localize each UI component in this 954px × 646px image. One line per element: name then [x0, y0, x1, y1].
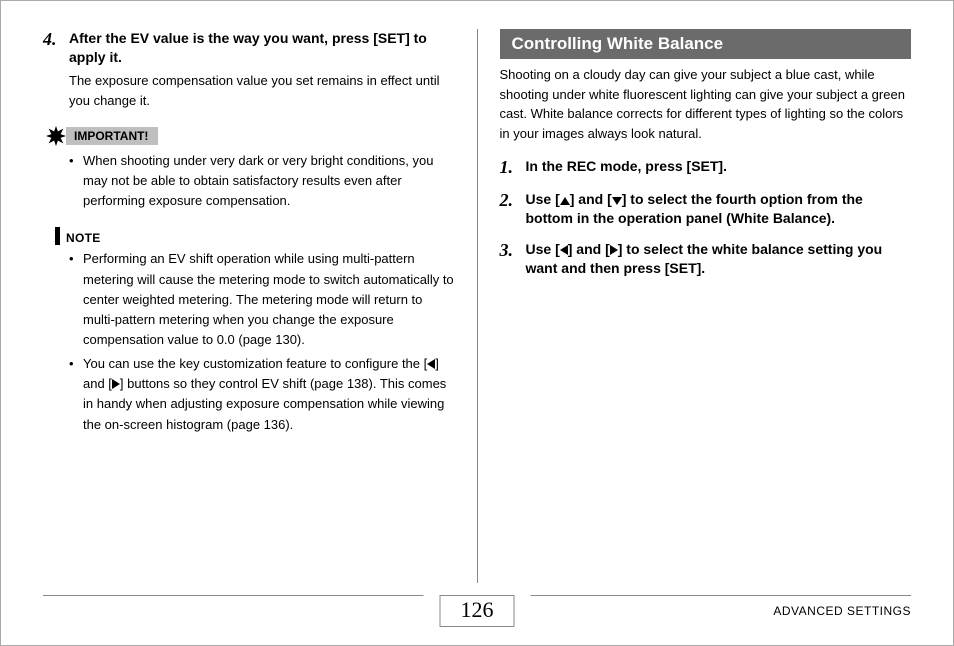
note-bar-icon [55, 227, 60, 245]
section-header: Controlling White Balance [500, 29, 912, 59]
burst-icon [45, 125, 67, 147]
section-intro: Shooting on a cloudy day can give your s… [500, 65, 912, 143]
important-list: When shooting under very dark or very br… [69, 151, 455, 211]
step-3-text-b: ] and [ [568, 241, 610, 257]
step-2-title: Use [] and [] to select the fourth optio… [526, 190, 912, 228]
step-4: 4. After the EV value is the way you wan… [43, 29, 455, 111]
important-label: IMPORTANT! [66, 127, 158, 145]
triangle-up-icon [560, 197, 570, 205]
step-2-text-a: Use [ [526, 191, 560, 207]
step-1-title: In the REC mode, press [SET]. [526, 157, 912, 176]
note-bullet-2-text-a: You can use the key customization featur… [83, 356, 427, 371]
step-number: 3. [500, 240, 518, 261]
step-2-text-b: ] and [ [570, 191, 612, 207]
triangle-down-icon [612, 197, 622, 205]
left-column: 4. After the EV value is the way you wan… [43, 29, 478, 583]
note-bullet-2: You can use the key customization featur… [69, 354, 455, 435]
right-column: Controlling White Balance Shooting on a … [478, 29, 912, 583]
step-4-description: The exposure compensation value you set … [69, 71, 455, 111]
triangle-right-icon [112, 379, 120, 389]
footer-section-name: ADVANCED SETTINGS [773, 604, 911, 618]
page-number: 126 [440, 595, 515, 627]
step-4-title: After the EV value is the way you want, … [69, 29, 455, 67]
page-footer: 126 ADVANCED SETTINGS [43, 595, 911, 645]
important-callout: IMPORTANT! When shooting under very dark… [43, 125, 455, 211]
note-label: NOTE [66, 231, 101, 245]
step-1: 1. In the REC mode, press [SET]. [500, 157, 912, 178]
step-3-text-a: Use [ [526, 241, 560, 257]
step-3-title: Use [] and [] to select the white balanc… [526, 240, 912, 278]
step-3: 3. Use [] and [] to select the white bal… [500, 240, 912, 278]
note-list: Performing an EV shift operation while u… [69, 249, 455, 434]
important-bullet: When shooting under very dark or very br… [69, 151, 455, 211]
step-2: 2. Use [] and [] to select the fourth op… [500, 190, 912, 228]
step-number: 1. [500, 157, 518, 178]
note-bullet-1: Performing an EV shift operation while u… [69, 249, 455, 350]
step-number: 4. [43, 29, 61, 50]
note-bullet-2-text-c: ] buttons so they control EV shift (page… [83, 376, 446, 431]
triangle-left-icon [560, 245, 568, 255]
triangle-right-icon [610, 245, 618, 255]
step-number: 2. [500, 190, 518, 211]
note-callout: NOTE Performing an EV shift operation wh… [43, 227, 455, 434]
